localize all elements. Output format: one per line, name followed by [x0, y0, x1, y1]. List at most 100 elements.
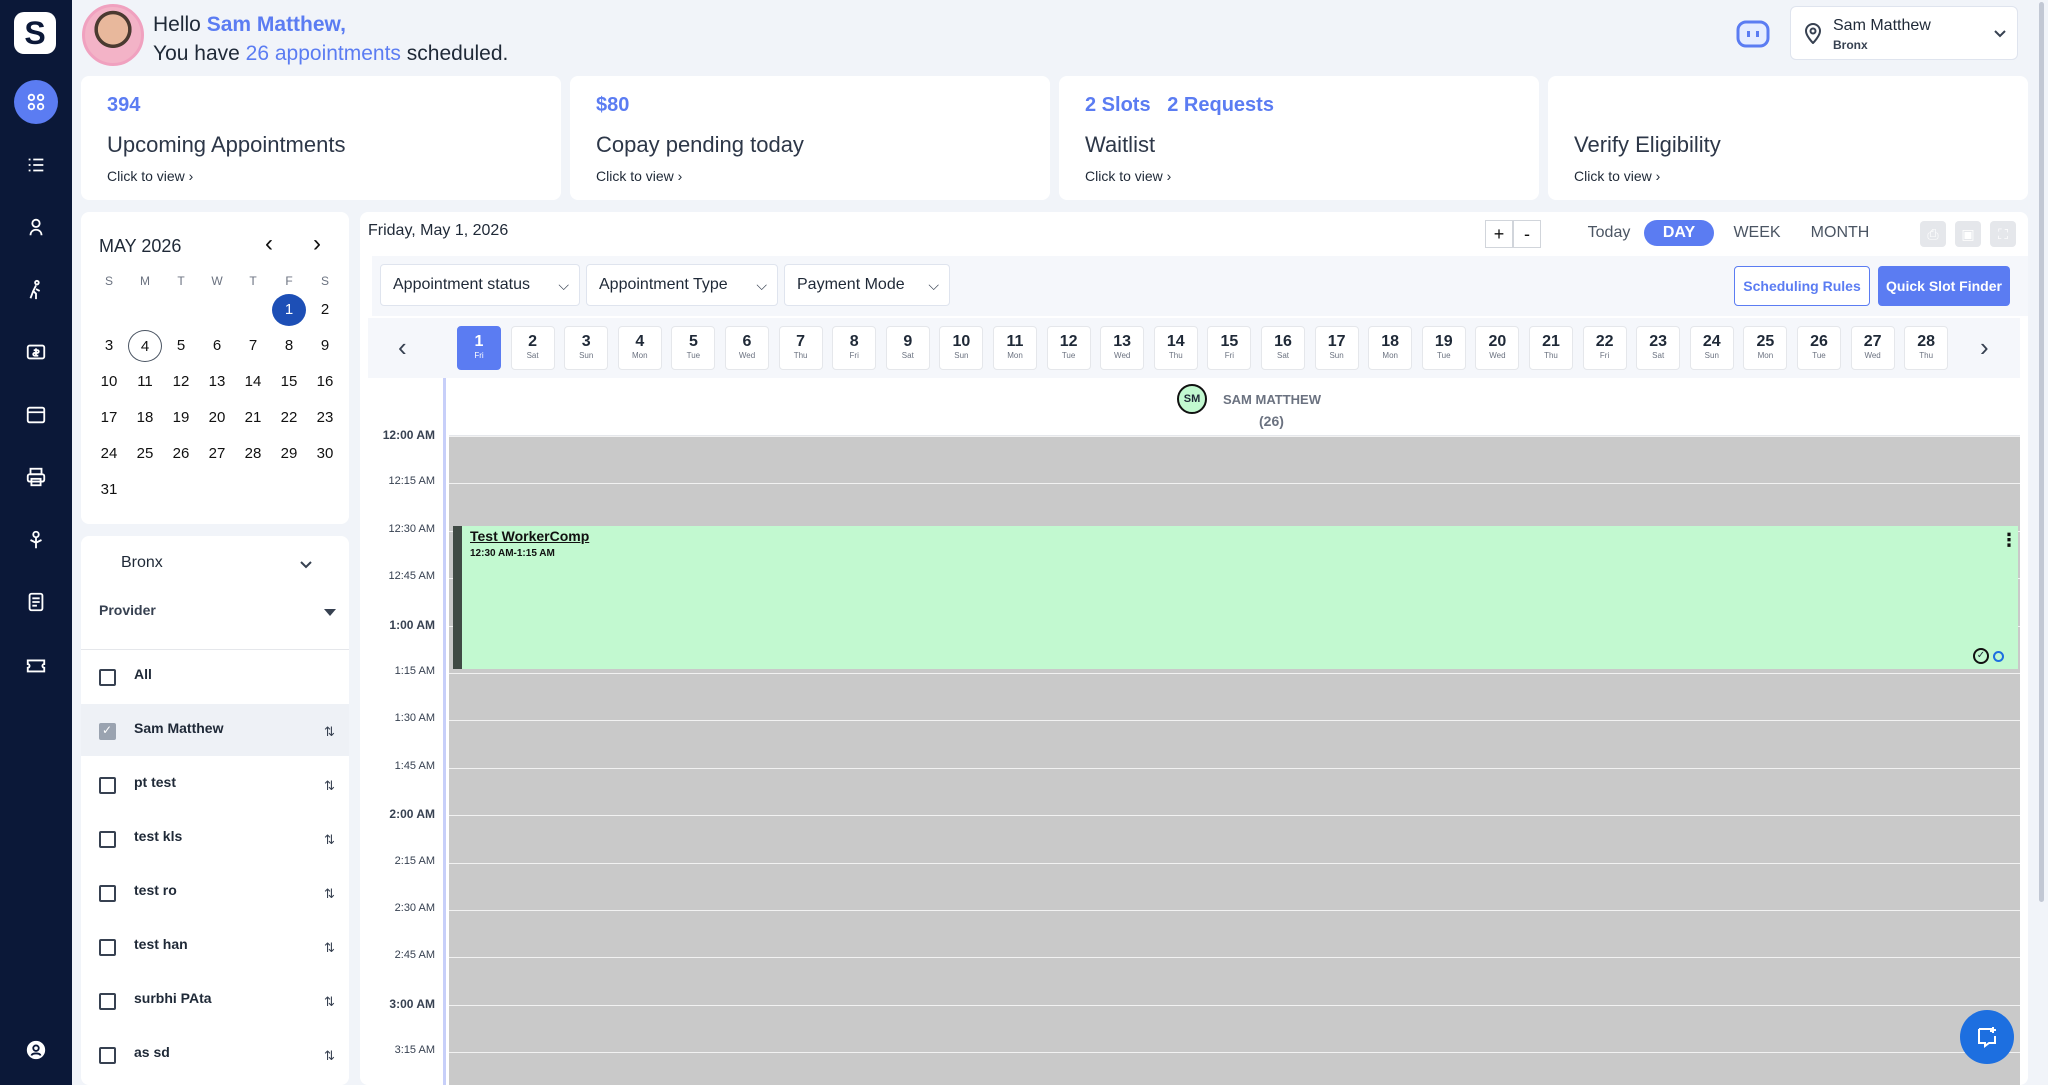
card-link[interactable]: Click to view › [107, 168, 193, 184]
calendar-day[interactable]: 29 [272, 438, 306, 470]
provider-row[interactable]: pt test ⇅ [81, 758, 349, 810]
calendar-day[interactable]: 27 [200, 438, 234, 470]
calendar-day[interactable]: 21 [236, 402, 270, 434]
provider-row[interactable]: as sd ⇅ [81, 1028, 349, 1080]
provider-row[interactable]: All [81, 650, 349, 702]
time-slots[interactable]: Test WorkerComp 12:30 AM-1:15 AM ⋮ ✓ [449, 436, 2020, 1085]
provider-checkbox[interactable]: ✓ [99, 723, 116, 740]
more-options-icon[interactable]: ⋮ [2000, 531, 2018, 549]
date-strip-day[interactable]: 24 Sun [1689, 326, 1734, 370]
calendar-day[interactable]: 4 [128, 330, 162, 362]
date-strip-day[interactable]: 15 Fri [1207, 326, 1252, 370]
reports-icon[interactable] [14, 518, 58, 562]
sort-icon[interactable]: ⇅ [324, 778, 335, 794]
sort-icon[interactable]: ⇅ [324, 940, 335, 956]
date-strip-day[interactable]: 16 Sat [1261, 326, 1305, 370]
calendar-day[interactable]: 16 [308, 366, 342, 398]
provider-row[interactable]: ✓ Sam Matthew ⇅ [81, 704, 349, 756]
provider-checkbox[interactable] [99, 939, 116, 956]
tab-day[interactable]: DAY [1644, 220, 1714, 246]
print-icon[interactable] [14, 455, 58, 499]
next-month-icon[interactable]: › [313, 230, 321, 258]
date-strip-day[interactable]: 8 Fri [832, 326, 877, 370]
calendar-day[interactable]: 26 [164, 438, 198, 470]
calendar-day[interactable]: 3 [92, 330, 126, 362]
account-icon[interactable] [14, 1028, 58, 1072]
location-dropdown[interactable]: Bronx [81, 536, 349, 586]
calendar-day[interactable]: 22 [272, 402, 306, 434]
calendar-day[interactable]: 8 [272, 330, 306, 362]
provider-checkbox[interactable] [99, 993, 116, 1010]
tab-today[interactable]: Today [1574, 220, 1644, 246]
walk-icon[interactable] [14, 268, 58, 312]
provider-checkbox[interactable] [99, 777, 116, 794]
date-strip-day[interactable]: 10 Sun [939, 326, 984, 370]
date-strip-day[interactable]: 19 Tue [1421, 326, 1466, 370]
date-strip-day[interactable]: 28 Thu [1904, 326, 1949, 370]
card-upcoming-appointments[interactable]: 394 Upcoming Appointments Click to view … [81, 76, 561, 200]
date-strip-day[interactable]: 1 Fri [457, 326, 501, 370]
page-scrollbar-thumb[interactable] [2039, 2, 2044, 902]
calendar-day[interactable]: 10 [92, 366, 126, 398]
chat-fab-button[interactable] [1960, 1010, 2014, 1064]
fullscreen-icon[interactable]: ⛶ [1990, 221, 2016, 247]
date-strip-prev-icon[interactable]: ‹ [398, 332, 407, 363]
billing-icon[interactable] [14, 330, 58, 374]
prev-month-icon[interactable]: ‹ [265, 230, 273, 258]
calendar-day[interactable]: 11 [128, 366, 162, 398]
calendar-day[interactable]: 6 [200, 330, 234, 362]
calendar-day[interactable]: 12 [164, 366, 198, 398]
tab-month[interactable]: MONTH [1800, 220, 1880, 246]
dashboard-icon[interactable] [14, 80, 58, 124]
sort-icon[interactable]: ⇅ [324, 832, 335, 848]
provider-row[interactable]: test ro ⇅ [81, 866, 349, 918]
calendar-day[interactable]: 25 [128, 438, 162, 470]
date-strip-day[interactable]: 20 Wed [1475, 326, 1520, 370]
sort-icon[interactable]: ⇅ [324, 724, 335, 740]
sort-icon[interactable]: ⇅ [324, 994, 335, 1010]
provider-row[interactable]: surbhi PAta ⇅ [81, 974, 349, 1026]
calendar-day[interactable]: 1 [272, 294, 306, 326]
date-strip-day[interactable]: 17 Sun [1314, 326, 1359, 370]
payment-mode-dropdown[interactable]: Payment Mode ⌵ [784, 264, 950, 306]
scheduling-rules-button[interactable]: Scheduling Rules [1734, 266, 1870, 306]
sort-icon[interactable]: ⇅ [324, 886, 335, 902]
card-link[interactable]: Click to view › [1574, 168, 1660, 184]
date-strip-day[interactable]: 6 Wed [725, 326, 769, 370]
calendar-day[interactable]: 5 [164, 330, 198, 362]
calendar-day[interactable]: 13 [200, 366, 234, 398]
card-link[interactable]: Click to view › [596, 168, 682, 184]
date-strip-day[interactable]: 27 Wed [1850, 326, 1895, 370]
calendar-day[interactable]: 15 [272, 366, 306, 398]
date-strip-next-icon[interactable]: › [1980, 332, 1989, 363]
provider-checkbox[interactable] [99, 885, 116, 902]
date-strip-day[interactable]: 3 Sun [564, 326, 609, 370]
card-copay-pending[interactable]: $80 Copay pending today Click to view › [570, 76, 1050, 200]
provider-checkbox[interactable] [99, 831, 116, 848]
date-strip-day[interactable]: 12 Tue [1046, 326, 1091, 370]
location-selector[interactable]: Sam Matthew Bronx [1790, 6, 2018, 60]
chat-icon[interactable] [1736, 20, 1770, 50]
provider-row[interactable]: test han ⇅ [81, 920, 349, 972]
calendar-day[interactable]: 18 [128, 402, 162, 434]
date-strip-day[interactable]: 13 Wed [1100, 326, 1145, 370]
calendar-day[interactable]: 31 [92, 474, 126, 506]
date-strip-day[interactable]: 14 Thu [1153, 326, 1198, 370]
zoom-in-button[interactable]: + [1485, 220, 1513, 248]
calendar-day[interactable]: 17 [92, 402, 126, 434]
app-logo[interactable]: S [14, 12, 56, 54]
date-strip-day[interactable]: 23 Sat [1636, 326, 1681, 370]
calendar-day[interactable]: 19 [164, 402, 198, 434]
calendar-day[interactable]: 24 [92, 438, 126, 470]
provider-row[interactable]: test kls ⇅ [81, 812, 349, 864]
print-icon[interactable]: ⎙ [1920, 221, 1946, 247]
calendar-day[interactable]: 9 [308, 330, 342, 362]
quick-slot-finder-button[interactable]: Quick Slot Finder [1878, 266, 2010, 306]
tab-week[interactable]: WEEK [1722, 220, 1792, 246]
date-strip-day[interactable]: 5 Tue [671, 326, 716, 370]
card-waitlist[interactable]: 2 Slots 2 Requests Waitlist Click to vie… [1059, 76, 1539, 200]
card-verify-eligibility[interactable]: Verify Eligibility Click to view › [1548, 76, 2028, 200]
date-strip-day[interactable]: 25 Mon [1743, 326, 1788, 370]
list-icon[interactable] [14, 143, 58, 187]
calendar-day[interactable]: 14 [236, 366, 270, 398]
